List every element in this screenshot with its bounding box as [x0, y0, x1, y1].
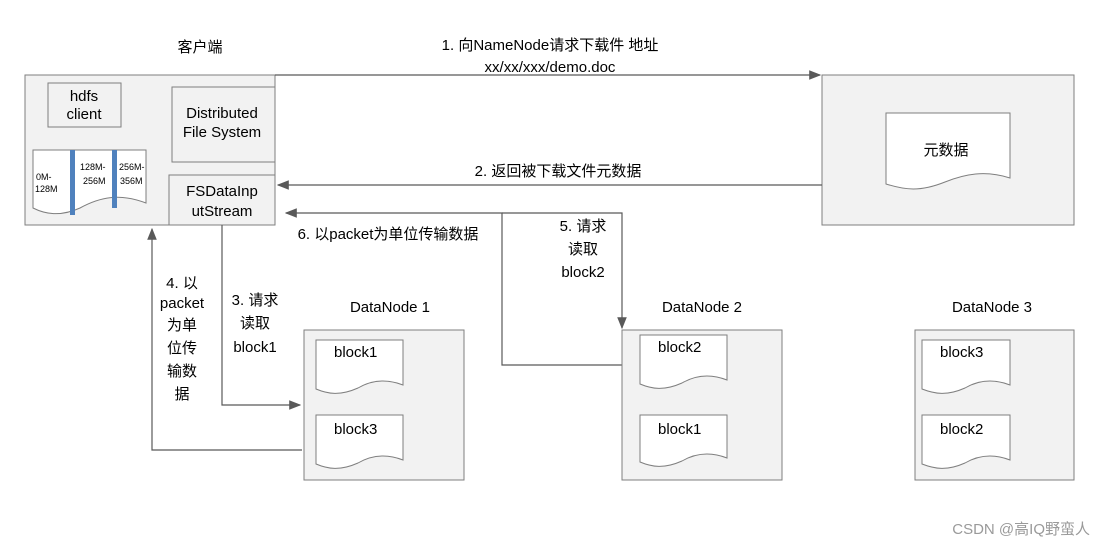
- svg-text:据: 据: [174, 386, 189, 403]
- svg-text:DataNode 3: DataNode 3: [952, 299, 1032, 316]
- range-label: 0M-: [36, 172, 52, 182]
- svg-text:读取: 读取: [240, 315, 270, 332]
- svg-text:5. 请求: 5. 请求: [560, 218, 607, 235]
- svg-text:block2: block2: [561, 264, 604, 281]
- namenode-box: 元数据: [821, 74, 1075, 226]
- watermark: CSDN @高IQ野蛮人: [952, 520, 1090, 538]
- svg-text:读取: 读取: [568, 241, 598, 258]
- range-label: 128M: [35, 184, 58, 194]
- svg-text:输数: 输数: [167, 363, 197, 380]
- dfs-label: File System: [183, 124, 261, 141]
- svg-text:为单: 为单: [167, 317, 197, 334]
- block-divider: [70, 150, 75, 215]
- svg-text:packet: packet: [160, 295, 205, 312]
- range-label: 256M-: [119, 162, 145, 172]
- svg-text:DataNode 2: DataNode 2: [662, 299, 742, 316]
- metadata-label: 元数据: [923, 142, 968, 159]
- hdfs-read-diagram: 客户端 hdfs client Distributed File System …: [24, 37, 1090, 538]
- step1-label: 1. 向NameNode请求下载件 地址: [442, 37, 659, 54]
- step6-label: 6. 以packet为单位传输数据: [298, 226, 479, 243]
- svg-text:block3: block3: [940, 344, 983, 361]
- step1-path: xx/xx/xxx/demo.doc: [485, 59, 616, 76]
- svg-text:3. 请求: 3. 请求: [232, 292, 279, 309]
- datanode-1: DataNode 1 block1 block3: [303, 299, 465, 481]
- svg-text:block3: block3: [334, 421, 377, 438]
- block-divider: [112, 150, 117, 208]
- step5-label: 5. 请求 读取 block2: [560, 218, 607, 281]
- svg-text:block2: block2: [658, 339, 701, 356]
- datanode-3: DataNode 3 block3 block2: [914, 299, 1075, 481]
- client-title: 客户端: [177, 39, 222, 56]
- svg-text:DataNode 1: DataNode 1: [350, 299, 430, 316]
- range-label: 128M-: [80, 162, 106, 172]
- step4-label: 4. 以 packet 为单 位传 输数 据: [160, 275, 205, 403]
- hdfs-client-label: hdfs: [70, 88, 98, 105]
- svg-text:4. 以: 4. 以: [166, 275, 198, 292]
- step2-label: 2. 返回被下载文件元数据: [475, 163, 642, 180]
- range-label: 356M: [120, 176, 143, 186]
- dfs-label: Distributed: [186, 105, 258, 122]
- range-label: 256M: [83, 176, 106, 186]
- svg-text:block1: block1: [334, 344, 377, 361]
- step3-label: 3. 请求 读取 block1: [232, 292, 279, 356]
- svg-text:block2: block2: [940, 421, 983, 438]
- datanode-2: DataNode 2 block2 block1: [621, 299, 783, 481]
- client-box: hdfs client Distributed File System FSDa…: [24, 74, 276, 226]
- hdfs-client-label: client: [66, 106, 102, 123]
- svg-text:block1: block1: [658, 421, 701, 438]
- fsdis-label: utStream: [192, 203, 253, 220]
- fsdis-label: FSDataInp: [186, 183, 258, 200]
- svg-text:位传: 位传: [167, 340, 197, 357]
- svg-text:block1: block1: [233, 339, 276, 356]
